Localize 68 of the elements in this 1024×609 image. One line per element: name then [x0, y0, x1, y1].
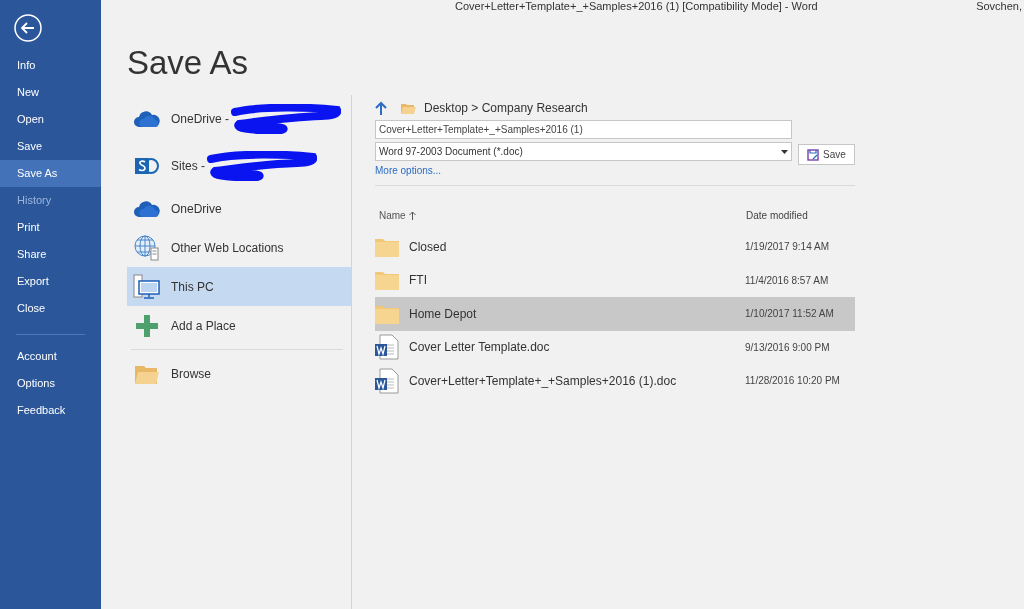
file-row[interactable]: Closed 1/19/2017 9:14 AM [375, 230, 855, 264]
menu-item[interactable]: Share [0, 241, 101, 268]
cloud-icon [133, 200, 161, 217]
place-item[interactable]: Add a Place [127, 306, 351, 345]
place-label: Other Web Locations [171, 239, 284, 257]
folder-icon [375, 236, 399, 257]
file-name: FTI [409, 272, 428, 290]
folder-icon [375, 270, 399, 291]
computer-icon [133, 273, 161, 300]
file-date: 1/19/2017 9:14 AM [745, 240, 830, 255]
window-title: Cover+Letter+Template+_+Samples+2016 (1) [Compatibility Mode] - Word [455, 0, 818, 14]
file-date: 9/13/2016 9:00 PM [745, 340, 831, 355]
file-date: 11/28/2016 10:20 PM [745, 374, 841, 389]
menu-item[interactable]: Open [0, 106, 101, 133]
menu-item[interactable]: Close [0, 295, 101, 322]
folder-icon [401, 102, 416, 114]
file-row[interactable]: Home Depot 1/10/2017 11:52 AM [375, 297, 855, 331]
place-label: OneDrive [171, 200, 222, 218]
word-document-icon [375, 367, 399, 394]
column-header[interactable]: Date modified [746, 207, 855, 223]
place-item[interactable]: OneDrive - [127, 95, 351, 142]
file-row[interactable]: FTI 11/4/2016 8:57 AM [375, 263, 855, 297]
file-type-dropdown[interactable]: Word 97-2003 Document (*.doc) [375, 142, 792, 161]
plus-icon [133, 314, 161, 337]
folder-icon [375, 303, 399, 324]
menu-item[interactable]: Export [0, 268, 101, 295]
page-title: Save As [127, 46, 250, 79]
word-document-icon [375, 334, 399, 361]
save-icon [807, 148, 819, 161]
file-name: Closed [409, 238, 448, 256]
caret-icon [781, 149, 788, 154]
menu-item[interactable]: Info [0, 52, 101, 79]
menu-item[interactable]: Save As [0, 160, 101, 187]
cloud-icon [133, 110, 161, 127]
file-row[interactable]: Cover Letter Template.doc 9/13/2016 9:00 PM [375, 330, 855, 364]
sort-arrow-icon [408, 210, 416, 220]
place-label: Add a Place [171, 317, 236, 335]
back-button[interactable] [14, 14, 42, 42]
file-date: 1/10/2017 11:52 AM [745, 307, 835, 322]
location-path[interactable]: Desktop > Company Research [424, 99, 588, 117]
place-item[interactable]: Sites - [127, 142, 351, 189]
more-options-link[interactable]: More options... [375, 165, 442, 176]
menu-item[interactable]: New [0, 79, 101, 106]
file-name: Cover Letter Template.doc [409, 339, 551, 357]
file-date: 11/4/2016 8:57 AM [745, 273, 830, 288]
place-item[interactable]: OneDrive [127, 189, 351, 228]
file-name: Cover+Letter+Template+_+Samples+2016 (1).doc [409, 372, 678, 390]
menu-item[interactable]: Account [0, 343, 101, 370]
save-button[interactable]: Save [798, 144, 855, 165]
file-row[interactable]: Cover+Letter+Template+_+Samples+2016 (1).doc 11/28/2016 10:20 PM [375, 364, 855, 398]
globe-icon [133, 234, 161, 261]
menu-item[interactable]: Options [0, 370, 101, 397]
place-item[interactable]: Browse [127, 354, 351, 393]
place-label: Browse [171, 365, 211, 383]
column-header[interactable]: Name [379, 207, 406, 223]
place-item[interactable]: This PC [127, 267, 351, 306]
user-name: Sovchen, [976, 0, 1022, 14]
place-label: This PC [171, 278, 214, 296]
up-arrow-icon[interactable] [375, 101, 387, 115]
menu-item[interactable]: Print [0, 214, 101, 241]
menu-item[interactable]: Feedback [0, 397, 101, 424]
place-label: Sites - [171, 157, 205, 175]
file-name-field[interactable]: Cover+Letter+Template+_+Samples+2016 (1) [375, 120, 792, 139]
file-name: Home Depot [409, 305, 478, 323]
place-item[interactable]: Other Web Locations [127, 228, 351, 267]
menu-item[interactable]: Save [0, 133, 101, 160]
place-label: OneDrive - [171, 110, 229, 128]
folder-icon [133, 363, 161, 384]
